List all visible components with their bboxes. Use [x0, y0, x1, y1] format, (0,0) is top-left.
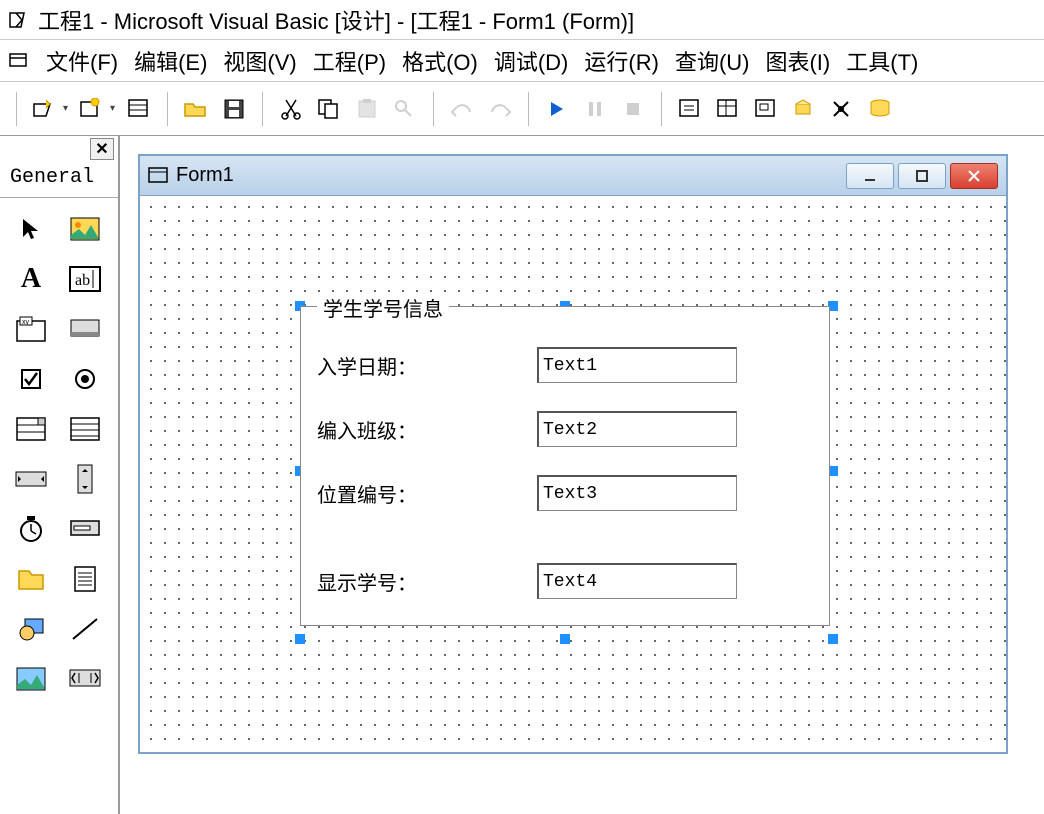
find-button[interactable] — [391, 95, 419, 123]
data-view-button[interactable] — [866, 95, 894, 123]
menu-bar: 文件(F) 编辑(E) 视图(V) 工程(P) 格式(O) 调试(D) 运行(R… — [0, 40, 1044, 82]
redo-button[interactable] — [486, 95, 514, 123]
textbox-position[interactable] — [537, 475, 737, 511]
toolbox-grid: A ab xy — [0, 198, 118, 710]
form-layout-button[interactable] — [752, 95, 780, 123]
design-surface[interactable]: Form1 学生学号信息 — [120, 136, 1044, 814]
frame-tool[interactable]: xy — [14, 314, 48, 344]
start-button[interactable] — [543, 95, 571, 123]
toolbar: ▾ ▾ — [0, 82, 1044, 136]
shape-tool[interactable] — [14, 614, 48, 644]
svg-text:ab: ab — [75, 272, 90, 289]
label-student-id: 显示学号： — [317, 567, 537, 596]
svg-text:xy: xy — [22, 319, 30, 326]
menu-format[interactable]: 格式(O) — [402, 45, 478, 77]
toolbar-separator — [528, 92, 529, 126]
textbox-tool[interactable]: ab — [68, 264, 102, 294]
data-tool[interactable] — [68, 664, 102, 694]
menu-query[interactable]: 查询(U) — [675, 45, 750, 77]
form-canvas[interactable]: 学生学号信息 入学日期： 编入班级： 位置编号： 显示学号： — [140, 196, 1006, 752]
label-tool[interactable]: A — [14, 264, 48, 294]
dirlistbox-tool[interactable] — [14, 564, 48, 594]
form-title-text: Form1 — [176, 164, 846, 187]
toolbar-separator — [16, 92, 17, 126]
listbox-tool[interactable] — [68, 414, 102, 444]
dropdown-arrow-icon[interactable]: ▾ — [63, 103, 68, 114]
menu-project[interactable]: 工程(P) — [313, 45, 386, 77]
toolbar-separator — [262, 92, 263, 126]
copy-button[interactable] — [315, 95, 343, 123]
properties-button[interactable] — [714, 95, 742, 123]
vscrollbar-tool[interactable] — [68, 464, 102, 494]
menu-edit[interactable]: 编辑(E) — [134, 45, 207, 77]
hscrollbar-tool[interactable] — [14, 464, 48, 494]
undo-button[interactable] — [448, 95, 476, 123]
menu-file[interactable]: 文件(F) — [46, 45, 118, 77]
title-text: 工程1 - Microsoft Visual Basic [设计] - [工程1… — [38, 4, 634, 36]
menu-view[interactable]: 视图(V) — [223, 45, 296, 77]
menu-tools[interactable]: 工具(T) — [846, 45, 918, 77]
label-enroll-date: 入学日期： — [317, 351, 537, 380]
selection-handle[interactable] — [560, 634, 570, 644]
toolbox-close-button[interactable]: ✕ — [90, 138, 114, 160]
optionbutton-tool[interactable] — [68, 364, 102, 394]
paste-button[interactable] — [353, 95, 381, 123]
close-button[interactable] — [950, 163, 998, 189]
menu-diagram[interactable]: 图表(I) — [765, 45, 830, 77]
pointer-tool[interactable] — [14, 214, 48, 244]
toolbox-panel: ✕ General A ab xy — [0, 136, 120, 814]
combobox-tool[interactable] — [14, 414, 48, 444]
frame-control[interactable]: 学生学号信息 入学日期： 编入班级： 位置编号： 显示学号： — [300, 306, 830, 626]
menu-run[interactable]: 运行(R) — [584, 45, 659, 77]
line-tool[interactable] — [68, 614, 102, 644]
toolbox-button[interactable] — [828, 95, 856, 123]
stop-button[interactable] — [619, 95, 647, 123]
timer-tool[interactable] — [14, 514, 48, 544]
menu-editor-button[interactable] — [125, 95, 153, 123]
toolbar-separator — [661, 92, 662, 126]
project-explorer-button[interactable] — [676, 95, 704, 123]
mdi-icon — [8, 50, 30, 72]
menu-debug[interactable]: 调试(D) — [494, 45, 569, 77]
image-tool[interactable] — [14, 664, 48, 694]
cut-button[interactable] — [277, 95, 305, 123]
main-area: ✕ General A ab xy — [0, 136, 1044, 814]
form-titlebar[interactable]: Form1 — [140, 156, 1006, 196]
filelistbox-tool[interactable] — [68, 564, 102, 594]
picturebox-tool[interactable] — [68, 214, 102, 244]
drivelistbox-tool[interactable] — [68, 514, 102, 544]
save-button[interactable] — [220, 95, 248, 123]
toolbar-separator — [167, 92, 168, 126]
app-icon — [8, 9, 30, 31]
commandbutton-tool[interactable] — [68, 314, 102, 344]
selection-handle[interactable] — [828, 634, 838, 644]
title-bar: 工程1 - Microsoft Visual Basic [设计] - [工程1… — [0, 0, 1044, 40]
form-icon — [148, 167, 168, 185]
form-window: Form1 学生学号信息 — [138, 154, 1008, 754]
open-button[interactable] — [182, 95, 210, 123]
add-project-button[interactable] — [31, 95, 59, 123]
object-browser-button[interactable] — [790, 95, 818, 123]
textbox-enroll-date[interactable] — [537, 347, 737, 383]
pause-button[interactable] — [581, 95, 609, 123]
textbox-student-id[interactable] — [537, 563, 737, 599]
textbox-class[interactable] — [537, 411, 737, 447]
frame-legend: 学生学号信息 — [317, 293, 449, 322]
label-class: 编入班级： — [317, 415, 537, 444]
label-position: 位置编号： — [317, 479, 537, 508]
checkbox-tool[interactable] — [14, 364, 48, 394]
minimize-button[interactable] — [846, 163, 894, 189]
dropdown-arrow-icon[interactable]: ▾ — [110, 103, 115, 114]
selection-handle[interactable] — [295, 634, 305, 644]
toolbar-separator — [433, 92, 434, 126]
add-form-button[interactable] — [78, 95, 106, 123]
maximize-button[interactable] — [898, 163, 946, 189]
